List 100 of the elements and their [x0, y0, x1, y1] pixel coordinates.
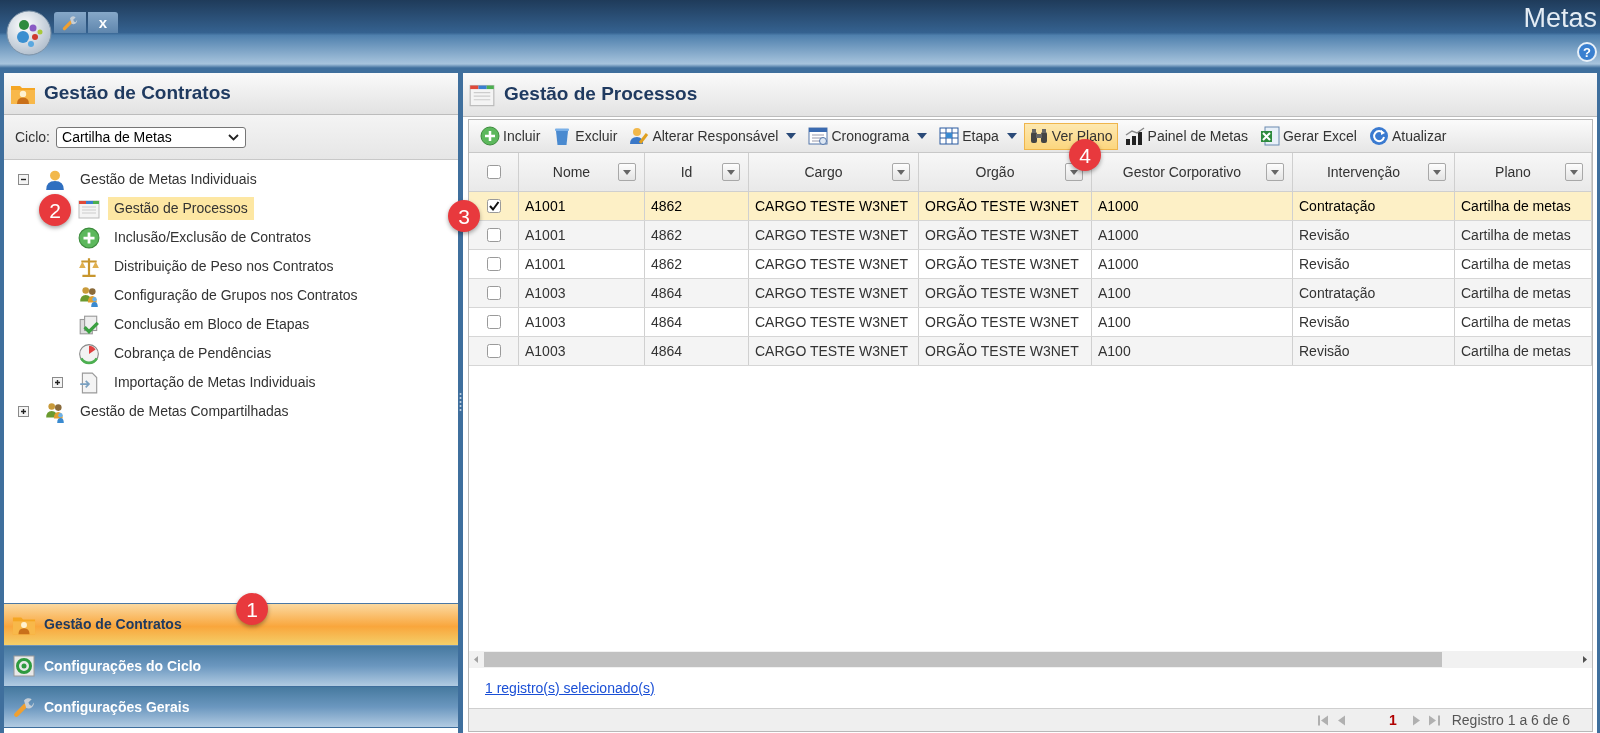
toolbar-button[interactable]: Gerar Excel [1255, 122, 1362, 150]
binoculars-icon [1028, 126, 1049, 146]
column-header[interactable]: Cargo [749, 153, 919, 191]
column-menu-button[interactable] [1565, 163, 1583, 181]
table-row[interactable]: A1001 4862 CARGO TESTE W3NET ORGÃO TESTE W3NET A1000 Contratação Cartilha de metas [469, 192, 1592, 221]
scrollbar-thumb[interactable] [484, 652, 1442, 667]
spreadsheet-icon [1260, 126, 1280, 146]
toolbar-button[interactable]: Alterar Responsável [624, 122, 802, 150]
toolbar-button[interactable]: Painel de Metas [1119, 122, 1253, 150]
tree-item[interactable]: Inclusão/Exclusão de Contratos [108, 226, 317, 249]
clock-icon [78, 342, 100, 365]
table-cell: ORGÃO TESTE W3NET [919, 337, 1092, 365]
table-cell: A1003 [519, 337, 645, 365]
column-menu-button[interactable] [892, 163, 910, 181]
plus-circle-icon [78, 226, 100, 249]
column-header[interactable]: Id [645, 153, 749, 191]
table-cell: A1003 [519, 279, 645, 307]
column-menu-button[interactable] [618, 163, 636, 181]
checkbox[interactable] [486, 165, 501, 179]
checkbox[interactable] [486, 199, 501, 213]
wrench-icon [62, 14, 78, 31]
panel-title: Gestão de Processos [504, 82, 698, 107]
page-arrow-icon [78, 371, 100, 394]
tree-item[interactable]: Gestão de Metas Individuais [74, 168, 263, 191]
checkbox[interactable] [486, 315, 501, 329]
table-cell: A1000 [1092, 192, 1293, 220]
bar-chart-icon [1124, 126, 1145, 146]
tree-item[interactable]: Distribuição de Peso nos Contratos [108, 255, 340, 278]
table-cell: ORGÃO TESTE W3NET [919, 221, 1092, 249]
toolbar-button[interactable]: Etapa [934, 122, 1022, 150]
documents-check-icon [78, 313, 100, 336]
toolbar-button[interactable]: Excluir [547, 122, 623, 150]
expand-icon[interactable] [52, 377, 63, 388]
column-header[interactable]: Intervenção [1293, 153, 1455, 191]
toolbar-button[interactable]: Atualizar [1363, 122, 1452, 150]
table-cell: Revisão [1293, 221, 1455, 249]
table-row[interactable]: A1001 4862 CARGO TESTE W3NET ORGÃO TESTE W3NET A1000 Revisão Cartilha de metas [469, 250, 1592, 279]
table-cell: A1001 [519, 192, 645, 220]
table-cell: ORGÃO TESTE W3NET [919, 192, 1092, 220]
table-row[interactable]: A1003 4864 CARGO TESTE W3NET ORGÃO TESTE W3NET A100 Revisão Cartilha de metas [469, 308, 1592, 337]
selection-link[interactable]: 1 registro(s) selecionado(s) [485, 677, 655, 699]
tree-item[interactable]: Configuração de Grupos nos Contratos [108, 284, 364, 307]
expand-icon[interactable] [18, 406, 29, 417]
tree-item[interactable]: Gestão de Metas Compartilhadas [74, 400, 295, 423]
table-cell: A1001 [519, 250, 645, 278]
last-page-icon[interactable] [1428, 714, 1440, 726]
table-cell: A100 [1092, 308, 1293, 336]
caret-icon [1433, 169, 1441, 175]
checkbox[interactable] [486, 286, 501, 300]
caret-icon [623, 169, 631, 175]
grid-icon [939, 126, 960, 146]
caret-icon [1271, 169, 1279, 175]
logo-icon [6, 10, 52, 56]
table-cell: Cartilha de metas [1455, 337, 1592, 365]
table-cell: A100 [1092, 337, 1293, 365]
table-cell: Cartilha de metas [1455, 192, 1592, 220]
tree-item[interactable]: Conclusão em Bloco de Etapas [108, 313, 316, 336]
column-menu-button[interactable] [722, 163, 740, 181]
column-header[interactable]: Plano [1455, 153, 1592, 191]
splitter-handle[interactable] [459, 392, 462, 414]
checkbox[interactable] [486, 257, 501, 271]
toolbar-button[interactable]: Incluir [475, 122, 546, 150]
checkbox[interactable] [486, 344, 501, 358]
toolbar-button[interactable]: Ver Plano [1023, 122, 1118, 150]
first-page-icon[interactable] [1317, 714, 1329, 726]
table-cell: A1000 [1092, 250, 1293, 278]
table-cell: Cartilha de metas [1455, 221, 1592, 249]
calendar-icon [808, 126, 829, 146]
table-row[interactable]: A1003 4864 CARGO TESTE W3NET ORGÃO TESTE W3NET A100 Contratação Cartilha de metas [469, 279, 1592, 308]
table-cell: CARGO TESTE W3NET [749, 192, 919, 220]
table-row[interactable]: A1001 4862 CARGO TESTE W3NET ORGÃO TESTE W3NET A1000 Revisão Cartilha de metas [469, 221, 1592, 250]
table-cell: CARGO TESTE W3NET [749, 250, 919, 278]
horizontal-scrollbar[interactable] [469, 651, 1592, 668]
previous-page-icon[interactable] [1336, 714, 1345, 726]
tree-item[interactable]: Gestão de Processos [108, 197, 254, 220]
tree-item[interactable]: Importação de Metas Individuais [108, 371, 322, 394]
table-cell: Contratação [1293, 192, 1455, 220]
table-cell: Cartilha de metas [1455, 250, 1592, 278]
next-page-icon[interactable] [1412, 714, 1421, 726]
chevron-icon [228, 133, 239, 141]
refresh-icon [1368, 126, 1389, 146]
caret-icon [727, 169, 735, 175]
column-menu-button[interactable] [1266, 163, 1284, 181]
tool-tab[interactable] [54, 12, 86, 33]
table-row[interactable]: A1003 4864 CARGO TESTE W3NET ORGÃO TESTE W3NET A100 Revisão Cartilha de metas [469, 337, 1592, 366]
column-menu-button[interactable] [1428, 163, 1446, 181]
checkbox[interactable] [486, 228, 501, 242]
cycle-select[interactable]: Cartilha de Metas [56, 126, 246, 148]
people-icon [78, 284, 100, 307]
table-cell: ORGÃO TESTE W3NET [919, 250, 1092, 278]
table-cell: 4864 [645, 279, 749, 307]
table-cell: 4862 [645, 192, 749, 220]
help-button[interactable]: ? [1577, 42, 1597, 62]
collapse-icon[interactable] [18, 174, 29, 185]
tree-item[interactable]: Cobrança de Pendências [108, 342, 278, 365]
table-cell: ORGÃO TESTE W3NET [919, 308, 1092, 336]
toolbar-button[interactable]: Cronograma [803, 122, 933, 150]
table-cell: CARGO TESTE W3NET [749, 279, 919, 307]
page-number[interactable]: 1 [1388, 709, 1397, 731]
column-header[interactable]: Nome [519, 153, 645, 191]
